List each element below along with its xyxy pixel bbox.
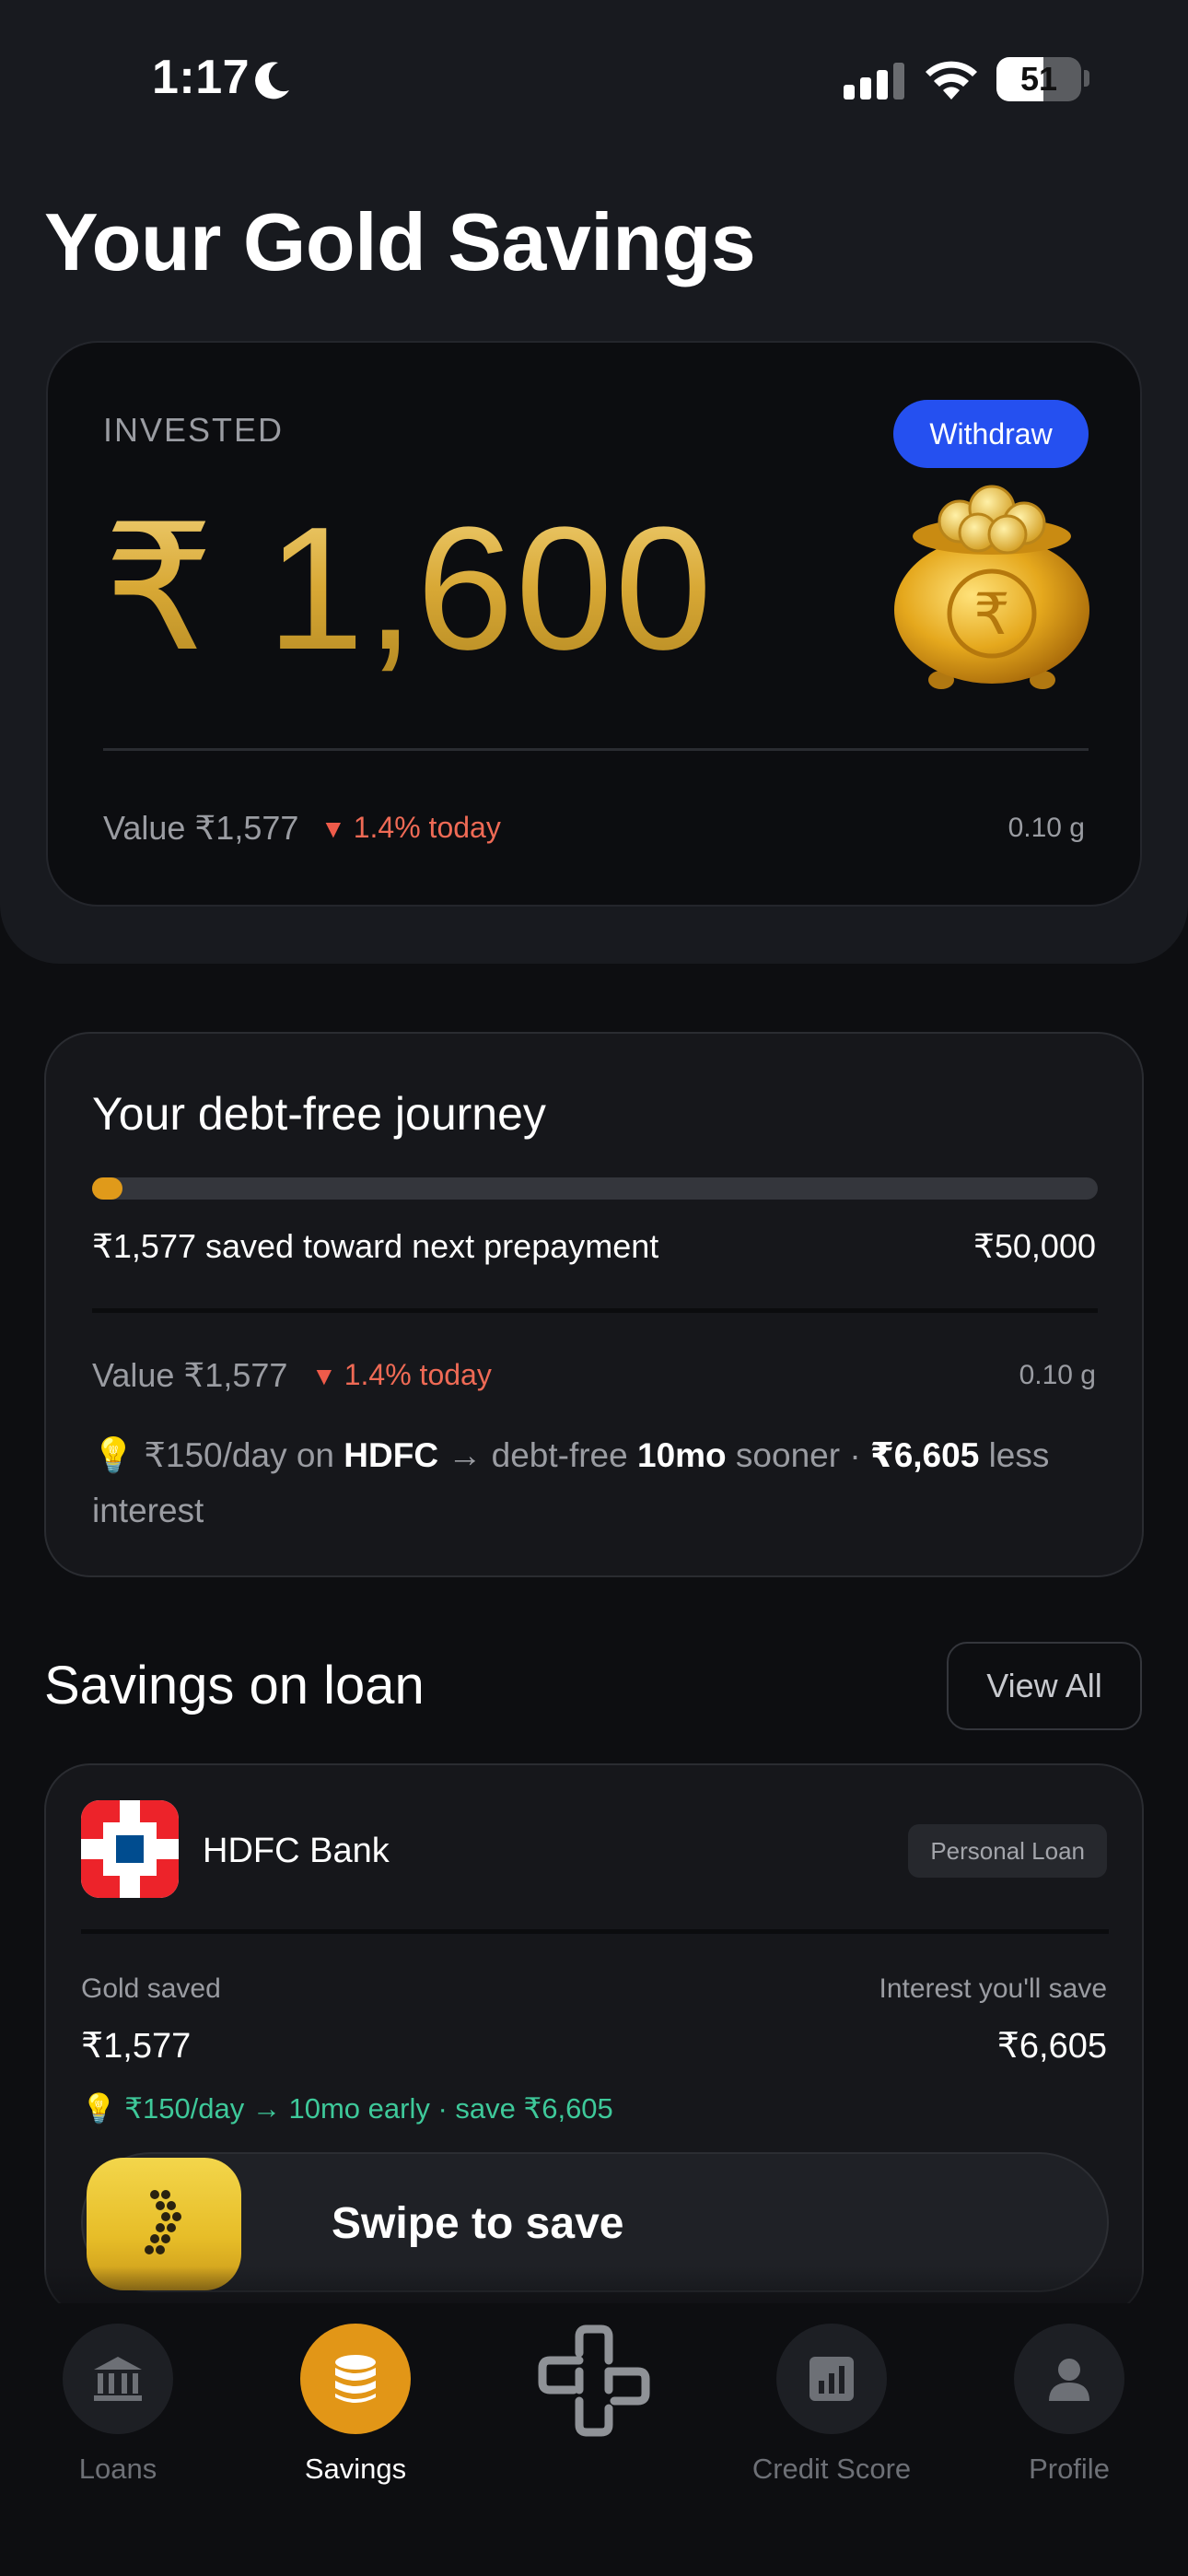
loan-tip: 💡 ₹150/day → 10mo early · save ₹6,605 (81, 2092, 613, 2125)
journey-divider (92, 1308, 1098, 1313)
page-title: Your Gold Savings (44, 196, 756, 287)
journey-saved-text: ₹1,577 saved toward next prepayment (92, 1227, 659, 1265)
nav-item-loans[interactable]: Loans (17, 2324, 219, 2499)
nav-label-profile: Profile (1029, 2453, 1110, 2485)
app-logo-icon (538, 2324, 650, 2437)
battery-cap (1084, 70, 1089, 87)
down-arrow-icon: ▼ (320, 814, 346, 843)
invested-amount: ₹ 1,600 (103, 486, 714, 690)
bottom-nav: Loans Savings Credit Score Profile (0, 2303, 1188, 2576)
interest-save-value: ₹6,605 (996, 2027, 1107, 2066)
svg-text:₹: ₹ (973, 580, 1009, 648)
person-icon (1049, 2359, 1089, 2401)
journey-change-text: 1.4% today (344, 1358, 492, 1391)
hdfc-bank-logo (81, 1800, 179, 1898)
journey-progress-bar (92, 1177, 1098, 1200)
debt-free-journey-card: Your debt-free journey ₹1,577 saved towa… (44, 1032, 1144, 1577)
bank-name: HDFC Bank (203, 1832, 390, 1870)
savings-on-loan-title: Savings on loan (44, 1656, 425, 1715)
bar-chart-icon (809, 2357, 854, 2401)
nav-item-home[interactable] (493, 2324, 695, 2499)
wifi-icon (926, 61, 977, 100)
journey-change: ▼ 1.4% today (311, 1358, 492, 1392)
journey-target: ₹50,000 (973, 1227, 1096, 1265)
nav-credit-circle (776, 2324, 887, 2434)
gold-pot-icon: ₹ (894, 485, 1089, 689)
journey-grams: 0.10 g (1019, 1360, 1096, 1390)
bank-icon (94, 2357, 142, 2401)
swipe-label: Swipe to save (332, 2199, 624, 2248)
lightbulb-icon: 💡 (81, 2092, 117, 2125)
coins-stack-icon (335, 2355, 376, 2403)
nav-item-savings[interactable]: Savings (254, 2324, 457, 2499)
invested-divider (103, 748, 1089, 751)
nav-savings-circle (300, 2324, 411, 2434)
gold-saved-value: ₹1,577 (81, 2027, 192, 2066)
status-time: 1:17 (152, 51, 250, 104)
interest-save-label: Interest you'll save (879, 1973, 1107, 2004)
nav-label-savings: Savings (304, 2453, 407, 2485)
nav-item-credit-score[interactable]: Credit Score (730, 2324, 933, 2499)
invested-change-text: 1.4% today (353, 811, 501, 844)
down-arrow-icon: ▼ (311, 1362, 337, 1390)
gold-saved-label: Gold saved (81, 1973, 221, 2004)
withdraw-button[interactable]: Withdraw (893, 400, 1089, 468)
journey-title: Your debt-free journey (92, 1088, 546, 1140)
moon-icon (255, 62, 289, 100)
invested-grams: 0.10 g (1007, 813, 1085, 843)
nav-loans-circle (63, 2324, 173, 2434)
invested-change: ▼ 1.4% today (320, 811, 501, 845)
journey-value: Value ₹1,577 (92, 1356, 288, 1394)
nav-label-credit-score: Credit Score (751, 2453, 912, 2485)
invested-value: Value ₹1,577 (103, 809, 299, 847)
loan-card[interactable]: HDFC Bank Personal Loan Gold saved ₹1,57… (44, 1763, 1144, 2316)
loan-divider (81, 1929, 1109, 1934)
nav-label-loans: Loans (78, 2453, 157, 2485)
invested-card: INVESTED Withdraw ₹ 1,600 ₹ Value ₹1,577 (46, 341, 1142, 907)
battery-level: 51 (1019, 60, 1058, 98)
loan-type-badge: Personal Loan (908, 1824, 1107, 1878)
invested-label: INVESTED (103, 411, 285, 449)
nav-item-profile[interactable]: Profile (968, 2324, 1171, 2499)
lightbulb-icon: 💡 (92, 1436, 135, 1474)
nav-profile-circle (1014, 2324, 1124, 2434)
journey-progress-fill (92, 1177, 122, 1200)
battery-indicator: 51 (996, 57, 1081, 101)
view-all-button[interactable]: View All (947, 1642, 1142, 1730)
journey-tip: 💡 ₹150/day on HDFC → debt-free 10mo soon… (92, 1436, 1050, 1529)
cellular-signal-icon (844, 63, 904, 100)
